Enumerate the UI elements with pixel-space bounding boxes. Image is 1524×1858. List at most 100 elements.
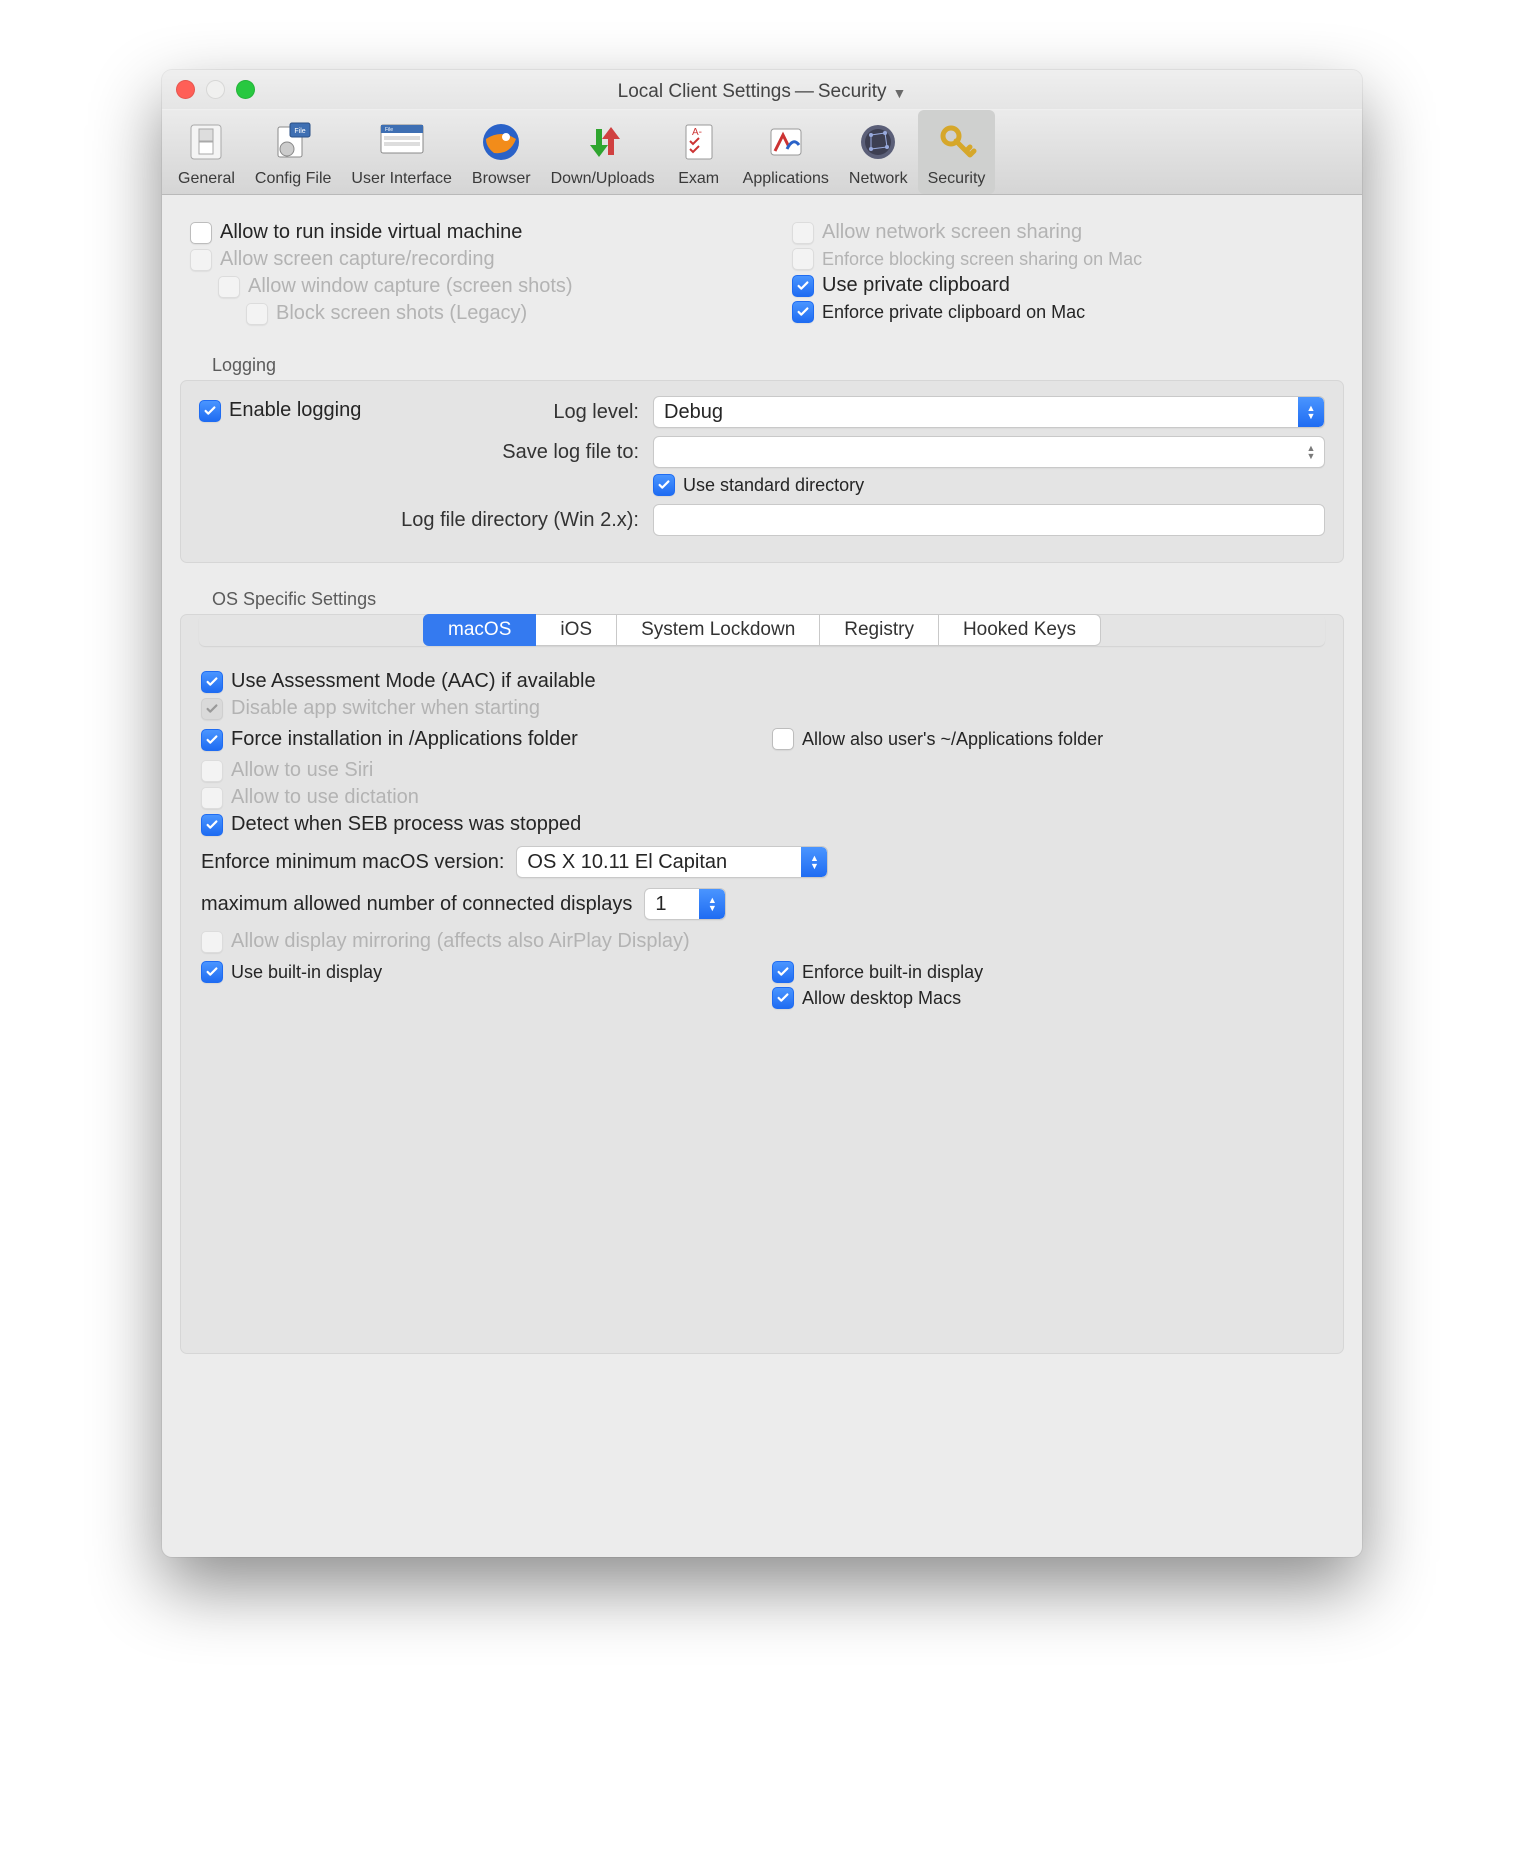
toolbar-browser[interactable]: Browser bbox=[462, 110, 541, 194]
toolbar: General File Config File File User Inter… bbox=[162, 110, 1362, 195]
checkbox-label: Allow network screen sharing bbox=[822, 221, 1082, 244]
log-level-label: Log level: bbox=[199, 401, 639, 424]
checkbox-box bbox=[653, 474, 675, 496]
svg-text:File: File bbox=[385, 127, 393, 133]
tab-hooked[interactable]: Hooked Keys bbox=[939, 614, 1101, 646]
toolbar-applications[interactable]: Applications bbox=[733, 110, 839, 194]
toolbar-label: General bbox=[178, 170, 235, 188]
checkbox-box bbox=[792, 222, 814, 244]
globe-icon bbox=[477, 118, 525, 166]
checkbox-label: Block screen shots (Legacy) bbox=[276, 302, 527, 325]
checkbox-box bbox=[190, 249, 212, 271]
toolbar-general[interactable]: General bbox=[168, 110, 245, 194]
minimize-icon[interactable] bbox=[206, 80, 225, 99]
use-aac-checkbox[interactable]: Use Assessment Mode (AAC) if available bbox=[201, 670, 1323, 693]
toolbar-label: Browser bbox=[472, 170, 531, 188]
save-log-to-label: Save log file to: bbox=[199, 441, 639, 464]
checkbox-label: Use private clipboard bbox=[822, 274, 1010, 297]
checkbox-label: Use Assessment Mode (AAC) if available bbox=[231, 670, 596, 693]
min-macos-popup[interactable]: OS X 10.11 El Capitan ▲▼ bbox=[516, 846, 828, 878]
key-icon bbox=[933, 118, 981, 166]
max-displays-label: maximum allowed number of connected disp… bbox=[201, 893, 632, 916]
checkbox-box bbox=[201, 787, 223, 809]
toolbar-network[interactable]: Network bbox=[839, 110, 918, 194]
updown-icon: ▲▼ bbox=[801, 847, 827, 877]
allow-desktop-checkbox[interactable]: Allow desktop Macs bbox=[772, 987, 1323, 1009]
checkbox-label: Detect when SEB process was stopped bbox=[231, 813, 581, 836]
window-title[interactable]: Local Client Settings — Security ▼ bbox=[618, 81, 907, 103]
checkbox-box bbox=[201, 760, 223, 782]
checkbox-box bbox=[218, 276, 240, 298]
exam-icon: A- bbox=[675, 118, 723, 166]
tab-label: iOS bbox=[560, 619, 592, 640]
os-group-label: OS Specific Settings bbox=[212, 589, 1352, 610]
close-icon[interactable] bbox=[176, 80, 195, 99]
enforce-private-clipboard-checkbox[interactable]: Enforce private clipboard on Mac bbox=[792, 301, 1334, 323]
checkbox-box bbox=[246, 303, 268, 325]
toolbar-label: Config File bbox=[255, 170, 331, 188]
traffic-lights bbox=[176, 80, 255, 99]
logdir-win-label: Log file directory (Win 2.x): bbox=[199, 509, 639, 532]
checkbox-label: Enforce built-in display bbox=[802, 962, 983, 983]
tab-registry[interactable]: Registry bbox=[820, 614, 939, 646]
toolbar-label: User Interface bbox=[351, 170, 451, 188]
block-screenshots-checkbox: Block screen shots (Legacy) bbox=[246, 302, 732, 325]
toolbar-label: Down/Uploads bbox=[551, 170, 655, 188]
title-sep: — bbox=[795, 81, 814, 103]
log-level-popup[interactable]: Debug ▲▼ bbox=[653, 396, 1325, 428]
updown-icon: ▲▼ bbox=[1298, 397, 1324, 427]
transfer-icon bbox=[579, 118, 627, 166]
checkbox-box bbox=[201, 814, 223, 836]
tab-macos[interactable]: macOS bbox=[423, 614, 536, 646]
checkbox-box bbox=[792, 248, 814, 270]
checkbox-label: Allow to use Siri bbox=[231, 759, 373, 782]
os-group: macOS iOS System Lockdown Registry Hooke… bbox=[180, 614, 1344, 1354]
allow-network-share-checkbox: Allow network screen sharing bbox=[792, 221, 1334, 244]
switch-icon bbox=[182, 118, 230, 166]
network-icon bbox=[854, 118, 902, 166]
checkbox-label: Use standard directory bbox=[683, 475, 864, 496]
enforce-builtin-checkbox[interactable]: Enforce built-in display bbox=[772, 961, 1323, 983]
toolbar-label: Security bbox=[928, 170, 986, 188]
allow-mirror-checkbox: Allow display mirroring (affects also Ai… bbox=[201, 930, 1323, 953]
checkbox-label: Use built-in display bbox=[231, 962, 382, 983]
toolbar-exam[interactable]: A- Exam bbox=[665, 110, 733, 194]
checkbox-box bbox=[201, 698, 223, 720]
toolbar-down-uploads[interactable]: Down/Uploads bbox=[541, 110, 665, 194]
checkbox-label: Enforce blocking screen sharing on Mac bbox=[822, 249, 1142, 270]
checkbox-label: Allow to run inside virtual machine bbox=[220, 221, 522, 244]
use-builtin-checkbox[interactable]: Use built-in display bbox=[201, 961, 752, 983]
log-level-value: Debug bbox=[664, 401, 723, 424]
checkbox-box bbox=[772, 728, 794, 750]
save-log-to-popup[interactable]: ▲▼ bbox=[653, 436, 1325, 468]
toolbar-security[interactable]: Security bbox=[918, 110, 996, 194]
max-displays-popup[interactable]: 1 ▲▼ bbox=[644, 888, 726, 920]
disable-switcher-checkbox: Disable app switcher when starting bbox=[201, 697, 1323, 720]
use-private-clipboard-checkbox[interactable]: Use private clipboard bbox=[792, 274, 1334, 297]
checkbox-box bbox=[772, 961, 794, 983]
toolbar-user-interface[interactable]: File User Interface bbox=[341, 110, 461, 194]
logdir-win-field[interactable] bbox=[653, 504, 1325, 536]
toolbar-config-file[interactable]: File Config File bbox=[245, 110, 341, 194]
allow-vm-checkbox[interactable]: Allow to run inside virtual machine bbox=[190, 221, 732, 244]
checkbox-label: Allow screen capture/recording bbox=[220, 248, 495, 271]
preferences-window: Local Client Settings — Security ▼ Gener… bbox=[162, 70, 1362, 1557]
checkbox-label: Disable app switcher when starting bbox=[231, 697, 540, 720]
checkbox-label: Allow to use dictation bbox=[231, 786, 419, 809]
tab-lockdown[interactable]: System Lockdown bbox=[617, 614, 820, 646]
checkbox-box bbox=[201, 729, 223, 751]
checkbox-label: Allow window capture (screen shots) bbox=[248, 275, 573, 298]
zoom-icon[interactable] bbox=[236, 80, 255, 99]
detect-stopped-checkbox[interactable]: Detect when SEB process was stopped bbox=[201, 813, 1323, 836]
svg-text:A-: A- bbox=[692, 127, 702, 138]
toolbar-label: Network bbox=[849, 170, 908, 188]
title-dropdown-icon: ▼ bbox=[893, 85, 907, 101]
force-install-checkbox[interactable]: Force installation in /Applications fold… bbox=[201, 728, 752, 751]
toolbar-label: Applications bbox=[743, 170, 829, 188]
checkbox-label: Allow display mirroring (affects also Ai… bbox=[231, 930, 690, 953]
use-std-dir-checkbox[interactable]: Use standard directory bbox=[653, 474, 864, 496]
tab-ios[interactable]: iOS bbox=[536, 614, 617, 646]
checkbox-box bbox=[792, 301, 814, 323]
checkbox-box bbox=[201, 931, 223, 953]
allow-user-apps-checkbox[interactable]: Allow also user's ~/Applications folder bbox=[772, 728, 1323, 750]
